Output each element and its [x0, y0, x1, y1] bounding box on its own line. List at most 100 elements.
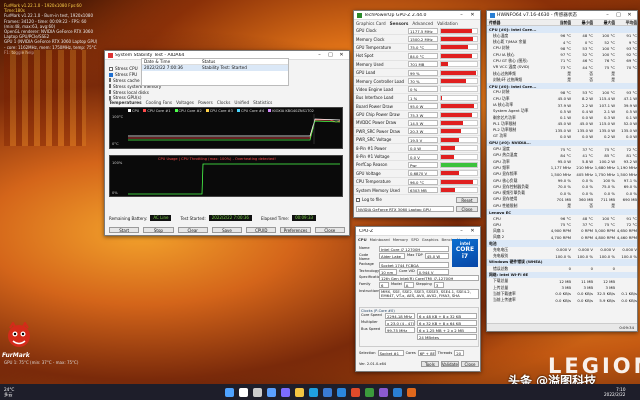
task-view-icon[interactable] — [252, 387, 262, 397]
selection-select[interactable]: Socket #1 — [377, 350, 404, 356]
close-icon[interactable]: ✕ — [625, 12, 634, 18]
tab-cpu[interactable]: CPU — [358, 237, 367, 242]
header-max[interactable]: 最大值 — [593, 20, 615, 26]
sensor-row[interactable]: 风扇 1 4,900 RPM 0 RPM 5,000 RPM 4,650 RPM — [487, 228, 637, 234]
sensor-row[interactable]: 核心距 TjMAX 余量 4 °C 0 °C 52 °C 9 °C — [487, 39, 637, 45]
checkbox[interactable] — [109, 84, 111, 89]
sensor-row[interactable]: 上传总量 3 MB 3 MB 3 MB — [487, 284, 637, 291]
sensor-row[interactable]: GPU 性能限制 是 否 是 — [487, 203, 637, 209]
sensor-row[interactable]: System Agent 功率 0.5 W 0.4 W 2.1 W 0.5 W — [487, 108, 637, 114]
stress-option[interactable]: Stress system memory — [109, 83, 161, 89]
sensor-row[interactable]: PL2 功率限制 135.0 W 135.0 W 135.0 W 135.0 W — [487, 127, 637, 133]
sensor-row[interactable]: 充电级别 100.0 % 100.0 % 100.0 % 100.0 % — [487, 253, 637, 259]
sensor-row[interactable]: GPU 温度 75 °C 37 °C 75 °C 72 °C — [487, 146, 637, 152]
tab-voltages[interactable]: Voltages — [176, 100, 194, 105]
clear-button[interactable]: Clear — [177, 227, 208, 233]
sensor-row[interactable]: GPU 功率 95.0 W 5.8 W 100.2 W 93.2 W — [487, 159, 637, 165]
sensor-row[interactable]: CPU 封装 98 °C 53 °C 100 °C 93 °C — [487, 89, 637, 95]
tab-cooling-fans[interactable]: Cooling Fans — [146, 100, 172, 105]
preferences-button[interactable]: Preferences — [280, 227, 311, 233]
sensor-row[interactable]: 当前上传速率 0.0 KB/s 0.0 KB/s 5.9 KB/s 0.0 KB/s — [487, 297, 637, 303]
edge-icon[interactable] — [308, 387, 318, 397]
sensor-row[interactable]: 风扇 2 4,700 RPM 0 RPM 4,800 RPM 4,460 RPM — [487, 234, 637, 240]
gpuz-titlebar[interactable]: TechPowerUp GPU-Z 2.44.0 – ✕ — [354, 11, 480, 20]
cpuz-titlebar[interactable]: CPU-Z – ✕ — [356, 227, 480, 236]
sensor-row[interactable]: VR VCC 温度 (SVID) 73 °C 44 °C 75 °C 70 °C — [487, 64, 637, 70]
tab-unified[interactable]: Unified — [234, 100, 249, 105]
hwinfo-window[interactable]: HWiNFO64 v7.16-4630 - 传感器状态 – □ ✕ 传感器 当前… — [486, 10, 638, 332]
sensor-row[interactable]: CPU IA 核心 97 °C 52 °C 100 °C 92 °C — [487, 51, 637, 58]
clock[interactable]: 7:10 2022/2/22 — [604, 387, 625, 397]
widgets-icon[interactable] — [266, 387, 276, 397]
sensor-row[interactable]: 核心过热降频 是 否 是 — [487, 70, 637, 76]
checkbox[interactable] — [109, 90, 111, 95]
tab-graphics[interactable]: Graphics — [422, 237, 439, 242]
cpu-z-icon[interactable] — [378, 387, 388, 397]
close-button[interactable]: Close — [314, 227, 345, 233]
sensor-row[interactable]: 当前下载速率 0.0 KB/s 0.0 KB/s 32.5 KB/s 0.1 KB/s — [487, 291, 637, 297]
sensor-row[interactable]: 封装/环 过热降频 是 否 是 — [487, 77, 637, 83]
mail-icon[interactable] — [336, 387, 346, 397]
search-icon[interactable] — [238, 387, 248, 397]
sensor-row[interactable]: PL1 功率限制 45.0 W 45.0 W 115.0 W 52.0 W — [487, 121, 637, 127]
card-select[interactable]: NVIDIA GeForce RTX 3060 Laptop GPU — [356, 205, 454, 212]
header-sensor[interactable]: 传感器 — [487, 20, 549, 26]
tab-sensors[interactable]: Sensors — [390, 21, 409, 26]
sensor-row[interactable]: 错误总数 0 0 0 — [487, 266, 637, 272]
sensor-row[interactable]: CPU GT 核心 (图形) 71 °C 46 °C 76 °C 69 °C — [487, 58, 637, 64]
stress-option[interactable]: Stress cache — [109, 78, 140, 84]
tab-validation[interactable]: Validation — [437, 21, 458, 26]
tab-statistics[interactable]: Statistics — [253, 100, 272, 105]
gpuz-window[interactable]: TechPowerUp GPU-Z 2.44.0 – ✕ Graphics Ca… — [353, 10, 481, 218]
tab-memory[interactable]: Memory — [393, 237, 408, 242]
cpuid-button[interactable]: CPUID — [246, 227, 277, 233]
header-min[interactable]: 最小值 — [571, 20, 593, 26]
checkbox[interactable] — [109, 78, 111, 83]
tab-advanced[interactable]: Advanced — [412, 21, 433, 26]
sensor-row[interactable]: GPU 显存控制器负载 70.0 % 0.0 % 75.0 % 69.0 % — [487, 184, 637, 190]
header-avg[interactable]: 平均值 — [615, 20, 637, 26]
sensor-row[interactable]: GPU 热点温度 84 °C 41 °C 85 °C 81 °C — [487, 152, 637, 158]
sensor-row[interactable]: CPU 功率 45.0 W 8.2 W 115.4 W 47.1 W — [487, 96, 637, 102]
minimize-icon[interactable]: – — [603, 12, 612, 18]
sensor-row[interactable]: GPU 显存使用 701 MB 360 MB 711 MB 690 MB — [487, 196, 637, 202]
minimize-icon[interactable]: – — [457, 228, 466, 234]
start-button[interactable]: Start — [109, 227, 140, 233]
aida64-window[interactable]: System Stability Test - AIDA64 – □ ✕ Str… — [104, 50, 350, 236]
store-icon[interactable] — [322, 387, 332, 397]
checkbox[interactable] — [109, 66, 113, 71]
tab-mainboard[interactable]: Mainboard — [370, 237, 390, 242]
sensor-row[interactable]: 剩余芯片功率 0.1 W 0.0 W 0.3 W 0.1 W — [487, 114, 637, 121]
sensor-row[interactable]: GT 功率 0.0 W 0.0 W 0.2 W 0.0 W — [487, 133, 637, 139]
sensor-row[interactable]: CPU 封装 98 °C 53 °C 100 °C 93 °C — [487, 45, 637, 51]
maximize-icon[interactable]: □ — [614, 12, 623, 18]
sensor-row[interactable]: IA 核心功率 37.9 W 2.2 W 107.1 W 39.9 W — [487, 102, 637, 108]
header-current[interactable]: 当前值 — [549, 20, 571, 26]
validate-button[interactable]: Validate — [440, 361, 459, 367]
close-icon[interactable]: ✕ — [468, 12, 477, 18]
close-button[interactable]: Close — [456, 205, 478, 212]
tab-graphics-card[interactable]: Graphics Card — [356, 21, 386, 26]
minimize-icon[interactable]: – — [315, 52, 324, 58]
minimize-icon[interactable]: – — [457, 12, 466, 18]
sensor-row[interactable]: GPU 显存频率 1,500 MHz 405 MHz 1,750 MHz 1,500 M… — [487, 171, 637, 177]
gpu-z-icon[interactable] — [364, 387, 374, 397]
hwinfo-titlebar[interactable]: HWiNFO64 v7.16-4630 - 传感器状态 – □ ✕ — [487, 11, 637, 20]
status-row[interactable]: 2022/2/22 7:00:36 Stability Test: Starte… — [142, 65, 288, 71]
tools-button[interactable]: Tools — [420, 361, 439, 367]
close-button[interactable]: Close — [461, 361, 479, 367]
tab-spd[interactable]: SPD — [411, 237, 419, 242]
maximize-icon[interactable]: □ — [326, 52, 335, 58]
sensor-row[interactable]: GPU 75 °C 37 °C 75 °C 72 °C — [487, 222, 637, 228]
windows-start-icon[interactable] — [224, 387, 234, 397]
save-button[interactable]: Save — [211, 227, 243, 233]
hwinfo-icon[interactable] — [392, 387, 402, 397]
tab-temperatures[interactable]: Temperatures — [109, 100, 142, 105]
stop-button[interactable]: Stop — [143, 227, 174, 233]
checkbox[interactable] — [109, 72, 113, 77]
furmark-icon[interactable] — [406, 387, 416, 397]
close-icon[interactable]: ✕ — [468, 228, 477, 234]
aida64-icon[interactable] — [350, 387, 360, 397]
sensor-row[interactable]: GPU 视频引擎负载 0.0 % 0.0 % 0.0 % 0.0 % — [487, 190, 637, 196]
chat-icon[interactable] — [280, 387, 290, 397]
